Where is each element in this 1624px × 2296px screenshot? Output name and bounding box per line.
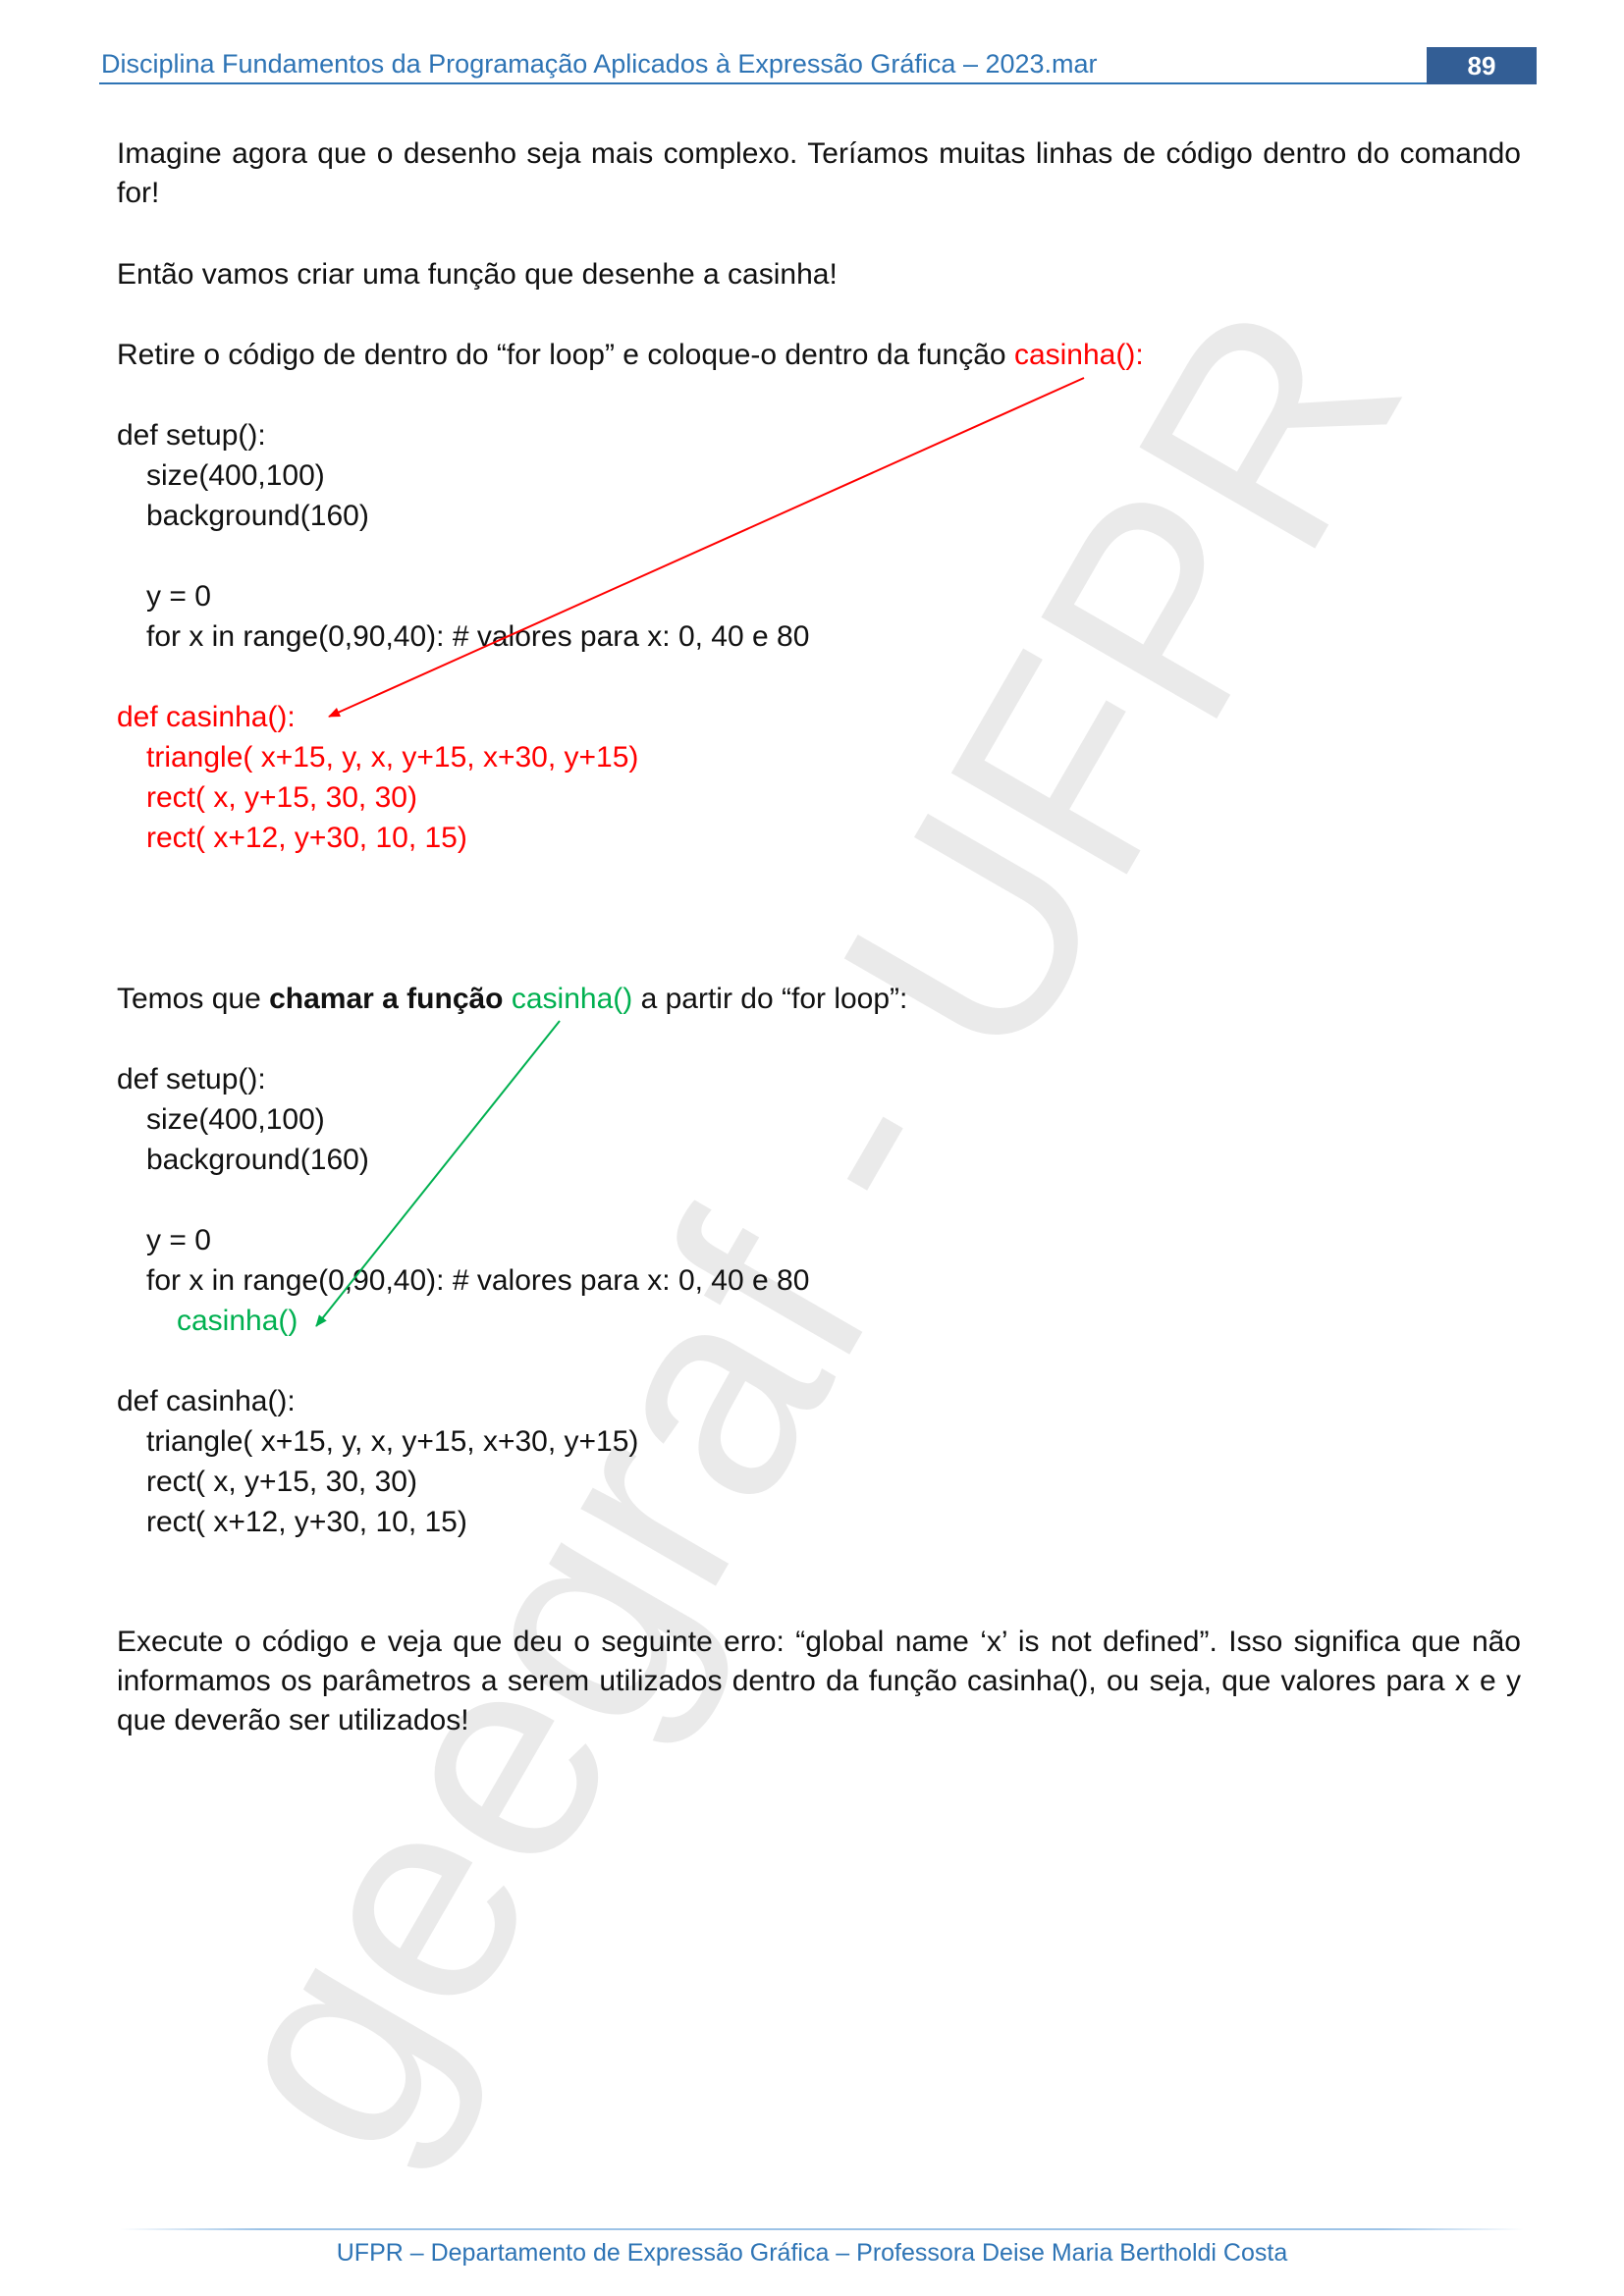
footer-rule [120,2228,1524,2230]
red-arrow [328,377,1085,718]
green-arrow [315,1020,561,1327]
annotation-arrows [315,377,1085,1327]
footer-text: UFPR – Departamento de Expressão Gráfica… [336,2239,1288,2267]
